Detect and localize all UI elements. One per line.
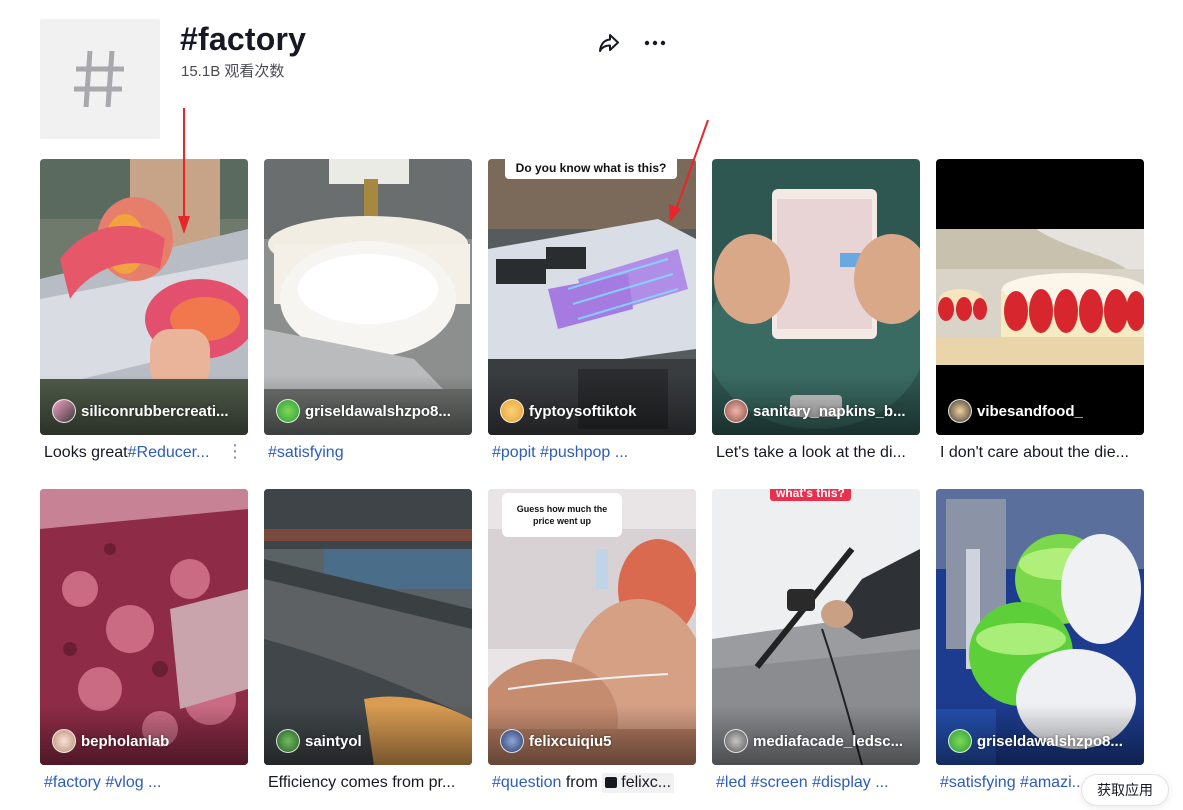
get-app-button[interactable]: 获取应用 xyxy=(1081,774,1169,806)
video-thumbnail[interactable]: Guess how much the price went up felixcu… xyxy=(488,489,696,765)
video-card[interactable]: griseldawalshzpo8... #satisfying #amazi.… xyxy=(936,489,1144,810)
avatar xyxy=(724,399,748,423)
video-caption[interactable]: #led #screen #display ... xyxy=(716,773,912,793)
caption-hashtag[interactable]: #popit #pushpop ... xyxy=(492,444,628,461)
author-name[interactable]: felixcuiqiu5 xyxy=(529,733,612,750)
author-name[interactable]: sanitary_napkins_b... xyxy=(753,403,906,420)
author-info[interactable]: siliconrubbercreati... xyxy=(52,399,242,423)
view-count: 15.1B 观看次数 xyxy=(181,63,285,80)
author-info[interactable]: saintyol xyxy=(276,729,466,753)
author-name[interactable]: fyptoysoftiktok xyxy=(529,403,637,420)
video-caption[interactable]: Efficiency comes from pr... xyxy=(268,773,464,793)
author-info[interactable]: bepholanlab xyxy=(52,729,242,753)
video-caption[interactable]: #popit #pushpop ... xyxy=(492,443,688,463)
video-thumbnail[interactable]: what's this? mediafacade_ledsc... xyxy=(712,489,920,765)
caption-text: Let's take a look at the di... xyxy=(716,444,906,461)
author-name[interactable]: vibesandfood_ xyxy=(977,403,1083,420)
avatar xyxy=(500,399,524,423)
caption-text: Looks great xyxy=(44,444,128,461)
avatar xyxy=(276,399,300,423)
author-name[interactable]: bepholanlab xyxy=(81,733,169,750)
video-caption[interactable]: I don't care about the die... xyxy=(940,443,1136,463)
video-card[interactable]: Guess how much the price went up felixcu… xyxy=(488,489,696,810)
hashtag-icon xyxy=(74,50,124,108)
video-grid: siliconrubbercreati... Looks great#Reduc… xyxy=(40,159,1144,810)
video-thumbnail[interactable]: bepholanlab xyxy=(40,489,248,765)
video-thumbnail[interactable]: siliconrubbercreati... xyxy=(40,159,248,435)
author-info[interactable]: fyptoysoftiktok xyxy=(500,399,690,423)
video-card[interactable]: bepholanlab #factory #vlog ... xyxy=(40,489,248,810)
caption-text: Efficiency comes from pr... xyxy=(268,774,456,791)
author-name[interactable]: griseldawalshzpo8... xyxy=(305,403,451,420)
more-options-icon[interactable]: ⋮ xyxy=(226,442,244,460)
author-info[interactable]: sanitary_napkins_b... xyxy=(724,399,914,423)
video-card[interactable]: what's this? mediafacade_ledsc... #led #… xyxy=(712,489,920,810)
caption-hashtag[interactable]: #satisfying xyxy=(268,444,344,461)
video-card[interactable]: vibesandfood_ I don't care about the die… xyxy=(936,159,1144,489)
avatar xyxy=(948,729,972,753)
avatar xyxy=(724,729,748,753)
caption-text: from xyxy=(561,774,603,791)
comment-icon xyxy=(605,777,618,788)
video-overlay-text: Do you know what is this? xyxy=(505,159,677,179)
avatar xyxy=(52,729,76,753)
video-card[interactable]: siliconrubbercreati... Looks great#Reduc… xyxy=(40,159,248,489)
video-card[interactable]: Do you know what is this? fyptoysoftikto… xyxy=(488,159,696,489)
mention-chip-label: felixc... xyxy=(621,774,672,791)
caption-text: I don't care about the die... xyxy=(940,444,1129,461)
author-info[interactable]: mediafacade_ledsc... xyxy=(724,729,914,753)
author-info[interactable]: vibesandfood_ xyxy=(948,399,1138,423)
caption-hashtag[interactable]: #Reducer... xyxy=(128,444,210,461)
hashtag-avatar xyxy=(40,19,160,139)
video-caption[interactable]: #question from felixc... xyxy=(492,773,688,793)
avatar xyxy=(948,399,972,423)
caption-hashtag[interactable]: #question xyxy=(492,774,561,791)
video-caption[interactable]: Looks great#Reducer... xyxy=(44,443,222,463)
video-thumbnail[interactable]: saintyol xyxy=(264,489,472,765)
author-info[interactable]: griseldawalshzpo8... xyxy=(276,399,466,423)
author-name[interactable]: mediafacade_ledsc... xyxy=(753,733,903,750)
caption-hashtag[interactable]: #led #screen #display ... xyxy=(716,774,889,791)
share-button[interactable] xyxy=(596,30,622,56)
author-info[interactable]: griseldawalshzpo8... xyxy=(948,729,1138,753)
video-thumbnail[interactable]: griseldawalshzpo8... xyxy=(264,159,472,435)
video-thumbnail[interactable]: Do you know what is this? fyptoysoftikto… xyxy=(488,159,696,435)
caption-hashtag[interactable]: #satisfying #amazi... xyxy=(940,774,1085,791)
video-card[interactable]: sanitary_napkins_b... Let's take a look … xyxy=(712,159,920,489)
caption-hashtag[interactable]: #factory #vlog ... xyxy=(44,774,161,791)
mention-chip[interactable]: felixc... xyxy=(602,773,675,793)
video-thumbnail[interactable]: griseldawalshzpo8... xyxy=(936,489,1144,765)
avatar xyxy=(500,729,524,753)
share-icon xyxy=(599,34,619,52)
author-name[interactable]: siliconrubbercreati... xyxy=(81,403,229,420)
video-overlay-text: Guess how much the price went up xyxy=(502,493,622,537)
avatar xyxy=(52,399,76,423)
video-caption[interactable]: #satisfying xyxy=(268,443,464,463)
author-name[interactable]: griseldawalshzpo8... xyxy=(977,733,1123,750)
video-card[interactable]: griseldawalshzpo8... #satisfying xyxy=(264,159,472,489)
more-button[interactable] xyxy=(642,30,668,56)
video-card[interactable]: saintyol Efficiency comes from pr... xyxy=(264,489,472,810)
author-name[interactable]: saintyol xyxy=(305,733,362,750)
header-actions xyxy=(596,30,668,56)
video-thumbnail[interactable]: sanitary_napkins_b... xyxy=(712,159,920,435)
video-thumbnail[interactable]: vibesandfood_ xyxy=(936,159,1144,435)
author-info[interactable]: felixcuiqiu5 xyxy=(500,729,690,753)
more-icon xyxy=(644,40,666,46)
video-caption[interactable]: #factory #vlog ... xyxy=(44,773,240,793)
avatar xyxy=(276,729,300,753)
video-overlay-text: what's this? xyxy=(770,489,851,501)
page-title: #factory xyxy=(180,21,307,57)
video-caption[interactable]: Let's take a look at the di... xyxy=(716,443,912,463)
